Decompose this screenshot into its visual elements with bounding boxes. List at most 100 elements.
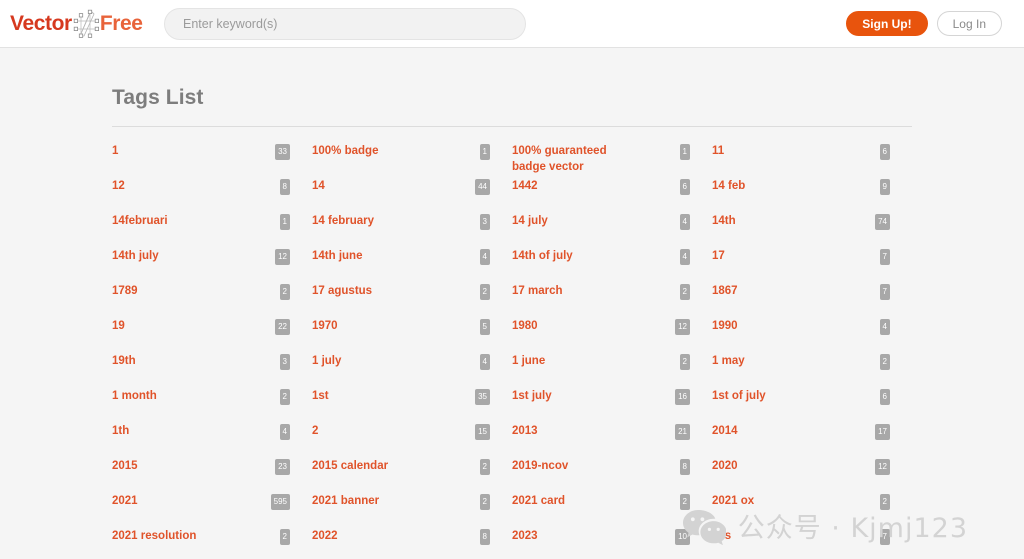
tag-item[interactable]: 2022 8 [312,528,512,559]
tag-item[interactable]: 2015 calendar 2 [312,458,512,493]
tag-name[interactable]: 2023 [512,528,538,544]
tag-name[interactable]: 2021 resolution [112,528,196,544]
tag-item[interactable]: 1867 7 [712,283,912,318]
tag-name[interactable]: 17 agustus [312,283,372,299]
tag-name[interactable]: 14th july [112,248,159,264]
tag-item[interactable]: 2021 595 [112,493,312,528]
tag-item[interactable]: 19 22 [112,318,312,353]
tag-name[interactable]: 1 month [112,388,157,404]
tag-item[interactable]: 14februari 1 [112,213,312,248]
tag-name[interactable]: 1 june [512,353,545,369]
tag-item[interactable]: 2014 17 [712,423,912,458]
tag-name[interactable]: 14th [712,213,736,229]
tag-item[interactable]: 2019-ncov 8 [512,458,712,493]
tag-item[interactable]: 1 33 [112,143,312,178]
tag-name[interactable]: 14th of july [512,248,573,264]
tag-name[interactable]: 1990 [712,318,738,334]
tag-item[interactable]: 11 6 [712,143,912,178]
tag-name[interactable]: 2021 banner [312,493,379,509]
tag-name[interactable]: 1 july [312,353,341,369]
tag-name[interactable]: 1 [112,143,118,159]
tag-item[interactable]: 1442 6 [512,178,712,213]
tag-item[interactable]: 1 may 2 [712,353,912,388]
tag-name[interactable]: 2021 card [512,493,565,509]
tag-name[interactable]: 1970 [312,318,338,334]
tag-item[interactable]: 14 44 [312,178,512,213]
tag-name[interactable]: 2015 [112,458,138,474]
tag-item[interactable]: 14 feb 9 [712,178,912,213]
tag-name[interactable]: 2021 ox [712,493,754,509]
tag-name[interactable]: 14 [312,178,325,194]
tag-name[interactable]: 2019-ncov [512,458,568,474]
tag-item[interactable]: 1 month 2 [112,388,312,423]
tag-name[interactable]: 1980 [512,318,538,334]
tag-name[interactable]: 1 may [712,353,745,369]
site-logo[interactable]: Vector Free [10,7,143,41]
tag-name[interactable]: 14 february [312,213,374,229]
tag-name[interactable]: 1789 [112,283,138,299]
log-in-button[interactable]: Log In [936,11,1002,36]
tag-item[interactable]: 17 march 2 [512,283,712,318]
tag-item[interactable]: 17 7 [712,248,912,283]
tag-name[interactable]: 12 [112,178,125,194]
tag-name[interactable]: 2014 [712,423,738,439]
tag-item[interactable]: 1980 12 [512,318,712,353]
tag-item[interactable]: 100% guaranteed badge vector 1 [512,143,712,178]
tag-name[interactable]: 1st july [512,388,552,404]
tag-name[interactable]: 100% guaranteed badge vector [512,143,624,175]
tag-name[interactable]: 14 feb [712,178,745,194]
tag-item[interactable]: 1 june 2 [512,353,712,388]
tag-name[interactable]: 20s [712,528,731,544]
tag-item[interactable]: 2021 card 2 [512,493,712,528]
tag-item[interactable]: 14th 74 [712,213,912,248]
tag-item[interactable]: 1789 2 [112,283,312,318]
tag-item[interactable]: 1st 35 [312,388,512,423]
tag-item[interactable]: 1st july 16 [512,388,712,423]
tag-item[interactable]: 2021 ox 2 [712,493,912,528]
tag-item[interactable]: 20s 7 [712,528,912,559]
tag-item[interactable]: 1th 4 [112,423,312,458]
tag-item[interactable]: 1 july 4 [312,353,512,388]
tag-name[interactable]: 11 [712,143,724,159]
tag-name[interactable]: 1867 [712,283,738,299]
tag-item[interactable]: 2013 21 [512,423,712,458]
tag-item[interactable]: 14 july 4 [512,213,712,248]
tag-name[interactable]: 17 march [512,283,563,299]
sign-up-button[interactable]: Sign Up! [846,11,928,36]
tag-name[interactable]: 14 july [512,213,548,229]
tag-name[interactable]: 2021 [112,493,138,509]
tag-item[interactable]: 14 february 3 [312,213,512,248]
tag-item[interactable]: 2015 23 [112,458,312,493]
tag-item[interactable]: 14th june 4 [312,248,512,283]
search-input[interactable] [164,7,526,40]
tag-name[interactable]: 14februari [112,213,168,229]
tag-name[interactable]: 1st [312,388,329,404]
tag-item[interactable]: 17 agustus 2 [312,283,512,318]
tag-item[interactable]: 1990 4 [712,318,912,353]
tag-item[interactable]: 2023 10 [512,528,712,559]
tag-item[interactable]: 2021 banner 2 [312,493,512,528]
tag-name[interactable]: 1th [112,423,129,439]
tag-name[interactable]: 2 [312,423,318,439]
tag-name[interactable]: 2015 calendar [312,458,388,474]
tag-item[interactable]: 14th of july 4 [512,248,712,283]
tag-item[interactable]: 100% badge 1 [312,143,512,178]
tag-name[interactable]: 14th june [312,248,362,264]
tag-name[interactable]: 2020 [712,458,738,474]
tag-name[interactable]: 19 [112,318,125,334]
tag-item[interactable]: 14th july 12 [112,248,312,283]
tag-item[interactable]: 2 15 [312,423,512,458]
tag-name[interactable]: 1st of july [712,388,766,404]
tag-item[interactable]: 1st of july 6 [712,388,912,423]
tag-item[interactable]: 2021 resolution 2 [112,528,312,559]
tag-name[interactable]: 2013 [512,423,538,439]
tag-name[interactable]: 100% badge [312,143,378,159]
tag-item[interactable]: 1970 5 [312,318,512,353]
tag-item[interactable]: 19th 3 [112,353,312,388]
tag-name[interactable]: 19th [112,353,136,369]
tag-name[interactable]: 1442 [512,178,538,194]
tag-item[interactable]: 12 8 [112,178,312,213]
tag-name[interactable]: 17 [712,248,725,264]
tag-name[interactable]: 2022 [312,528,338,544]
tag-item[interactable]: 2020 12 [712,458,912,493]
